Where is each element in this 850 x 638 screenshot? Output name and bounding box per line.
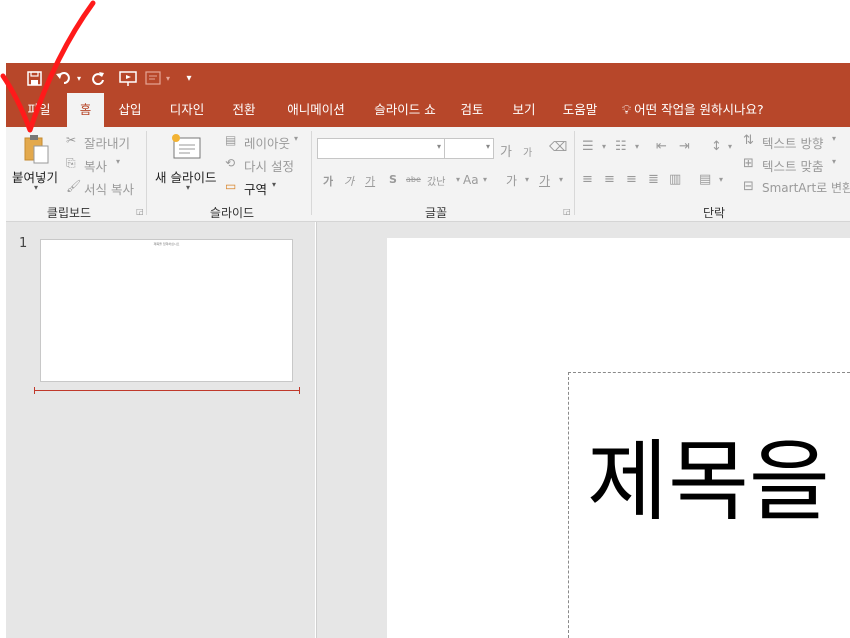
decrease-indent-icon[interactable]: ⇤ <box>656 139 667 154</box>
font-color-dropdown-icon[interactable]: ▾ <box>559 175 563 184</box>
align-left-icon[interactable]: ≡ <box>582 172 593 187</box>
slide-number: 1 <box>19 236 28 251</box>
underline-button[interactable]: 가 <box>365 173 375 189</box>
line-spacing-icon[interactable]: ↕ <box>711 139 722 154</box>
italic-button[interactable]: 가 <box>344 173 354 189</box>
font-color-button[interactable]: 가 <box>539 172 550 189</box>
justify-icon[interactable]: ≣ <box>648 172 659 187</box>
divider <box>311 131 312 215</box>
scissors-icon: ✂ <box>66 133 77 147</box>
align-text-dropdown-icon[interactable]: ▾ <box>832 157 836 166</box>
thumbnail-title: 제목을 입력하십시오 <box>153 242 180 246</box>
numbering-dropdown-icon[interactable]: ▾ <box>635 142 639 151</box>
paste-dropdown-icon[interactable]: ▾ <box>34 183 38 192</box>
ribbon-home: 붙여넣기 ▾ ✂ 잘라내기 ⎘ 복사 ▾ 🖌︎ 서식 복사 클립보드 ◲ 새 슬… <box>6 127 850 222</box>
cut-button[interactable]: 잘라내기 <box>84 133 130 152</box>
chevron-down-icon: ▾ <box>485 142 490 151</box>
divider <box>146 131 147 215</box>
section-dropdown-icon[interactable]: ▾ <box>272 180 276 189</box>
new-slide-icon[interactable] <box>170 133 202 164</box>
section-button[interactable]: 구역 <box>244 179 267 198</box>
highlight-button[interactable]: 가 <box>506 172 517 189</box>
lightbulb-icon: 💡︎ <box>622 103 632 118</box>
insertion-marker <box>34 387 300 394</box>
copy-icon: ⎘ <box>66 156 76 170</box>
tab-help[interactable]: 도움말 <box>555 93 605 127</box>
font-name-combo[interactable]: ▾ <box>317 138 445 159</box>
tab-review[interactable]: 검토 <box>454 93 490 127</box>
title-placeholder[interactable]: 제목을 <box>568 372 850 638</box>
align-center-icon[interactable]: ≡ <box>604 172 615 187</box>
new-slide-dropdown-icon[interactable]: ▾ <box>186 183 190 192</box>
slides-group-label: 슬라이드 <box>209 206 255 220</box>
section-icon: ▭ <box>225 179 237 193</box>
format-painter-button[interactable]: 서식 복사 <box>84 179 134 198</box>
copy-dropdown-icon[interactable]: ▾ <box>116 157 120 166</box>
columns-dropdown-icon[interactable]: ▾ <box>719 175 723 184</box>
change-case-dropdown-icon[interactable]: ▾ <box>483 175 487 184</box>
strikethrough-button[interactable]: abe <box>406 175 421 184</box>
font-size-combo[interactable]: ▾ <box>444 138 494 159</box>
paragraph-group-label: 단락 <box>702 206 726 220</box>
numbering-icon[interactable]: ☷ <box>615 139 627 154</box>
distributed-icon[interactable]: ▥ <box>669 172 681 187</box>
tab-view[interactable]: 보기 <box>504 93 544 127</box>
clear-formatting-icon[interactable]: ⌫ <box>549 140 567 155</box>
paste-icon[interactable] <box>22 134 50 167</box>
tab-insert[interactable]: 삽입 <box>109 93 151 127</box>
ribbon-tabs: 파일 홈 삽입 디자인 전환 애니메이션 슬라이드 쇼 검토 보기 도움말 💡︎… <box>6 93 850 127</box>
align-text-button[interactable]: 텍스트 맞춤 <box>762 156 823 175</box>
smartart-button[interactable]: SmartArt로 변환 <box>762 179 850 196</box>
slide-title-text[interactable]: 제목을 <box>587 438 830 526</box>
slide-thumbnail[interactable]: 제목을 입력하십시오 <box>40 239 293 382</box>
bold-button[interactable]: 가 <box>323 173 333 189</box>
layout-button[interactable]: 레이아웃 <box>244 133 290 152</box>
shrink-font-icon[interactable]: 가 <box>523 144 532 159</box>
clipboard-group-label: 클립보드 <box>46 206 92 220</box>
tell-me-box[interactable]: 💡︎ 어떤 작업을 원하시나요? <box>622 93 792 127</box>
annotation-checkmark-icon <box>0 0 96 133</box>
tab-transitions[interactable]: 전환 <box>224 93 264 127</box>
highlight-dropdown-icon[interactable]: ▾ <box>525 175 529 184</box>
columns-icon[interactable]: ▤ <box>699 172 711 187</box>
copy-button[interactable]: 복사 <box>84 156 107 175</box>
tab-slideshow[interactable]: 슬라이드 쇼 <box>363 93 447 127</box>
text-direction-dropdown-icon[interactable]: ▾ <box>832 134 836 143</box>
font-launcher-icon[interactable]: ◲ <box>563 207 571 216</box>
divider <box>574 131 575 215</box>
tell-me-text: 어떤 작업을 원하시나요? <box>634 102 764 117</box>
align-text-icon: ⊞ <box>743 156 754 171</box>
clipboard-launcher-icon[interactable]: ◲ <box>136 207 144 216</box>
char-spacing-dropdown-icon[interactable]: ▾ <box>456 175 460 184</box>
start-from-beginning-icon[interactable] <box>118 68 138 88</box>
layout-dropdown-icon[interactable]: ▾ <box>294 134 298 143</box>
title-bar: ▾ ▾ ▾ <box>6 63 850 93</box>
line-spacing-dropdown-icon[interactable]: ▾ <box>728 142 732 151</box>
reset-button[interactable]: 다시 설정 <box>244 156 294 175</box>
bullets-icon[interactable]: ☰ <box>582 139 594 154</box>
bullets-dropdown-icon[interactable]: ▾ <box>602 142 606 151</box>
touch-mode-icon[interactable] <box>144 68 162 88</box>
tab-design[interactable]: 디자인 <box>159 93 215 127</box>
increase-indent-icon[interactable]: ⇥ <box>679 139 690 154</box>
char-spacing-button[interactable]: 갔난 <box>427 173 445 188</box>
shadow-button[interactable]: S <box>389 173 397 186</box>
layout-icon: ▤ <box>225 133 237 147</box>
touch-dropdown-icon[interactable]: ▾ <box>164 68 172 88</box>
tab-animations[interactable]: 애니메이션 <box>274 93 358 127</box>
customize-qat-icon[interactable]: ▾ <box>184 68 194 88</box>
chevron-down-icon: ▾ <box>436 142 441 151</box>
text-direction-button[interactable]: 텍스트 방향 <box>762 133 823 152</box>
change-case-button[interactable]: Aa <box>463 173 479 187</box>
smartart-icon: ⊟ <box>743 179 754 194</box>
align-right-icon[interactable]: ≡ <box>626 172 637 187</box>
reset-icon: ⟲ <box>225 156 236 170</box>
grow-font-icon[interactable]: 가 <box>500 141 512 160</box>
format-painter-icon: 🖌︎ <box>66 179 82 193</box>
font-group-label: 글꼴 <box>424 206 448 220</box>
text-direction-icon: ⇅ <box>743 133 754 148</box>
